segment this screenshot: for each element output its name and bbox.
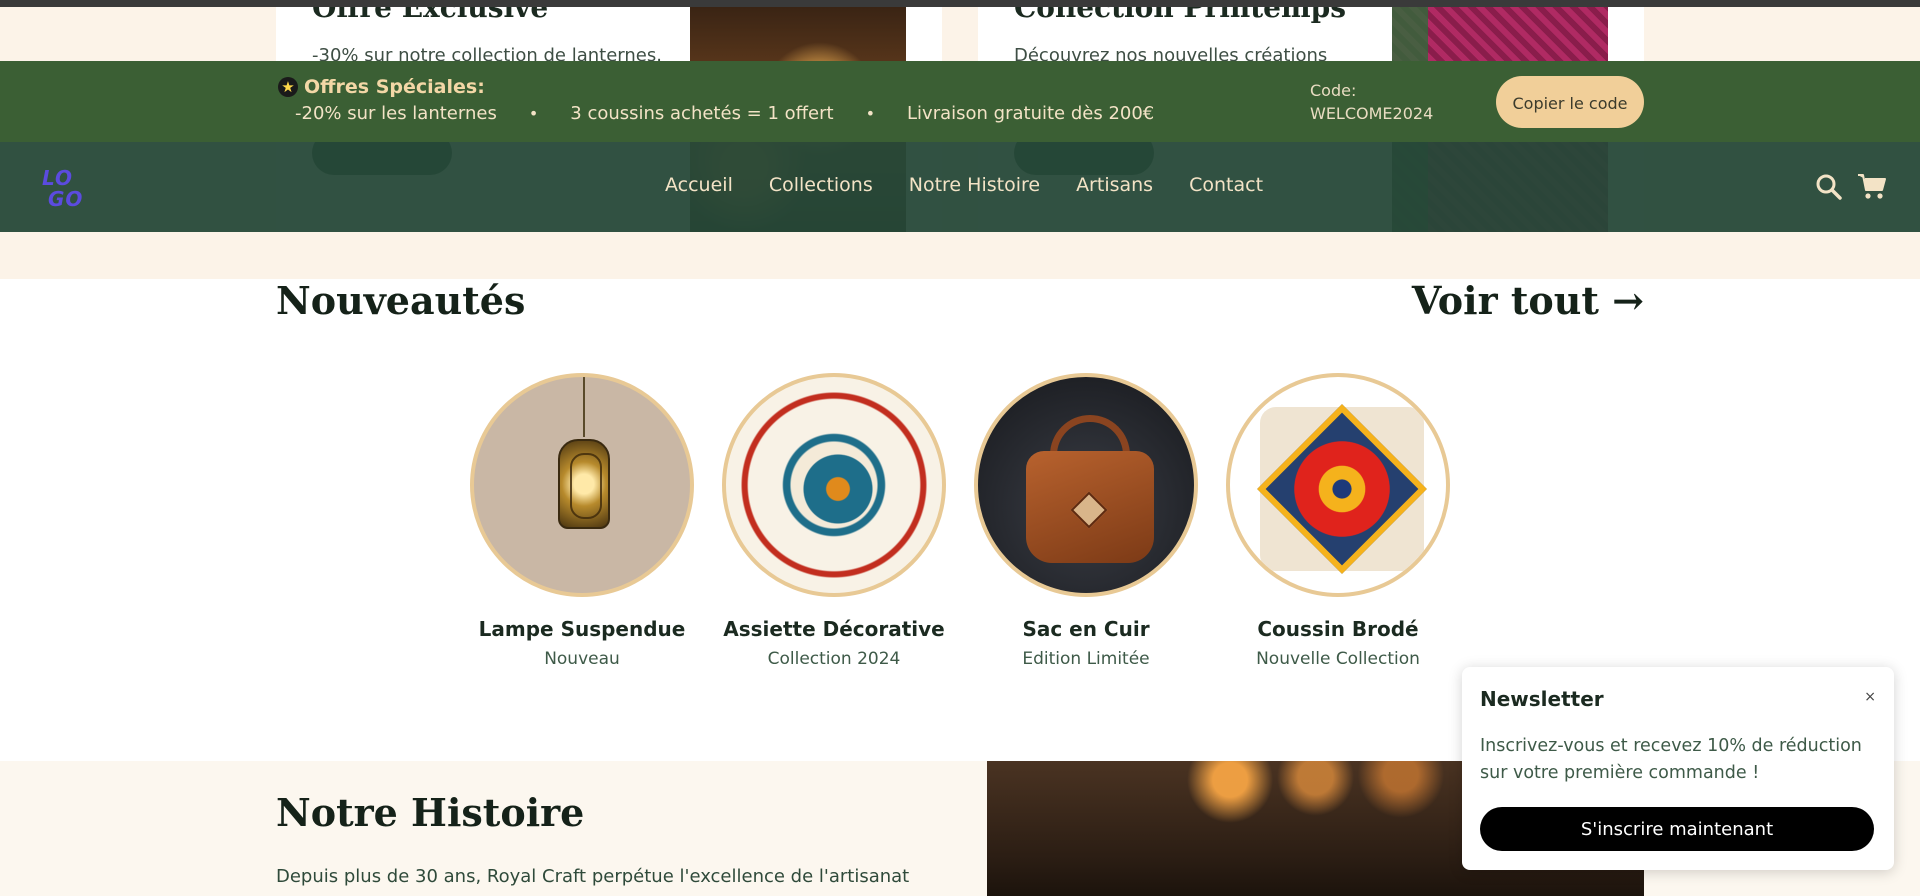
- see-all-link[interactable]: Voir tout →: [1412, 278, 1644, 323]
- promo-code-value: WELCOME2024: [1310, 104, 1434, 123]
- product-image-plate[interactable]: [722, 373, 946, 597]
- top-strip: [0, 0, 1920, 7]
- product-list: Lampe Suspendue Nouveau Assiette Décorat…: [470, 373, 1450, 669]
- product-name: Coussin Brodé: [1257, 617, 1419, 641]
- history-title: Notre Histoire: [276, 790, 585, 835]
- star-icon: ★: [278, 77, 298, 97]
- nav-link-accueil[interactable]: Accueil: [665, 174, 733, 196]
- product-card[interactable]: Assiette Décorative Collection 2024: [722, 373, 946, 669]
- promo-code-label: Code:: [1310, 81, 1357, 100]
- cart-icon[interactable]: [1857, 172, 1887, 200]
- newsletter-text: Inscrivez-vous et recevez 10% de réducti…: [1480, 736, 1862, 783]
- offers-title: ★ Offres Spéciales:: [278, 76, 485, 98]
- promo-code: Code: WELCOME2024: [1310, 79, 1433, 125]
- newsletter-popup: Newsletter × Inscrivez-vous et recevez 1…: [1462, 667, 1894, 870]
- promo-card-title: Offre Exclusive: [312, 7, 549, 24]
- offer-item: Livraison gratuite dès 200€: [907, 103, 1155, 124]
- search-icon[interactable]: [1815, 173, 1843, 201]
- svg-text:GO: GO: [48, 187, 83, 210]
- product-image-lamp[interactable]: [470, 373, 694, 597]
- offers-title-label: Offres Spéciales:: [304, 76, 485, 98]
- product-name: Assiette Décorative: [723, 617, 945, 641]
- product-card[interactable]: Coussin Brodé Nouvelle Collection: [1226, 373, 1450, 669]
- close-icon[interactable]: ×: [1864, 689, 1876, 705]
- nav-links: Accueil Collections Notre Histoire Artis…: [665, 174, 1263, 196]
- copy-code-button[interactable]: Copier le code: [1496, 76, 1644, 128]
- offer-item: -20% sur les lanternes: [295, 103, 497, 124]
- product-card[interactable]: Sac en Cuir Edition Limitée: [974, 373, 1198, 669]
- product-image-bag[interactable]: [974, 373, 1198, 597]
- offers-list: -20% sur les lanternes • 3 coussins ache…: [295, 103, 1154, 124]
- product-card[interactable]: Lampe Suspendue Nouveau: [470, 373, 694, 669]
- product-name: Lampe Suspendue: [478, 617, 686, 641]
- history-text: Depuis plus de 30 ans, Royal Craft perpé…: [276, 866, 910, 887]
- product-tag: Nouvelle Collection: [1256, 649, 1420, 669]
- nav-link-artisans[interactable]: Artisans: [1076, 174, 1153, 196]
- nav-link-contact[interactable]: Contact: [1189, 174, 1263, 196]
- newsletter-title: Newsletter: [1480, 687, 1604, 711]
- section-title-new-arrivals: Nouveautés: [276, 278, 526, 323]
- cream-band: [0, 232, 1920, 279]
- product-tag: Nouveau: [544, 649, 620, 669]
- subscribe-button[interactable]: S'inscrire maintenant: [1480, 807, 1874, 851]
- offer-separator: •: [865, 104, 876, 123]
- product-tag: Collection 2024: [767, 649, 901, 669]
- offer-separator: •: [528, 104, 539, 123]
- logo[interactable]: LO GO: [40, 166, 90, 211]
- product-tag: Edition Limitée: [1022, 649, 1150, 669]
- offer-item: 3 coussins achetés = 1 offert: [570, 103, 834, 124]
- promo-card-title: Collection Printemps: [1014, 7, 1346, 24]
- logo-icon: LO GO: [42, 166, 83, 211]
- nav-link-collections[interactable]: Collections: [769, 174, 873, 196]
- nav-link-notre-histoire[interactable]: Notre Histoire: [909, 174, 1040, 196]
- product-image-cushion[interactable]: [1226, 373, 1450, 597]
- product-name: Sac en Cuir: [1022, 617, 1150, 641]
